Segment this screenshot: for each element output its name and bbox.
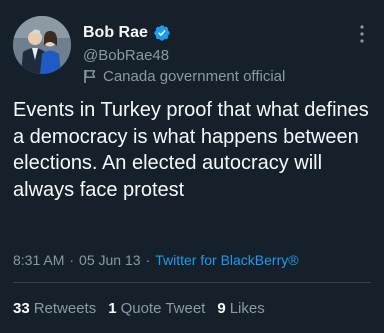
retweets-stat[interactable]: 33 Retweets	[13, 300, 96, 317]
tweet-time[interactable]: 8:31 AM	[13, 252, 64, 268]
tweet-detail: Bob Rae @BobRae48 Canada government offi…	[0, 0, 384, 333]
tweet-date[interactable]: 05 Jun 13	[79, 252, 141, 268]
more-dots-icon[interactable]	[350, 22, 374, 46]
tweet-meta: 8:31 AM · 05 Jun 13 · Twitter for BlackBerry…	[13, 252, 299, 268]
quote-tweets-count: 1	[108, 300, 117, 317]
author-handle[interactable]: @BobRae48	[83, 47, 169, 64]
retweets-count: 33	[13, 300, 30, 317]
tweet-text: Events in Turkey proof that what defines…	[13, 99, 369, 201]
divider	[13, 282, 371, 283]
author-name-row: Bob Rae	[83, 23, 171, 43]
likes-stat[interactable]: 9 Likes	[217, 300, 264, 317]
quote-tweets-label: Quote Tweet	[120, 300, 206, 317]
author-display-name[interactable]: Bob Rae	[83, 24, 148, 42]
author-affiliation-label: Canada government official	[83, 68, 285, 85]
avatar[interactable]	[13, 16, 71, 74]
tweet-source-link[interactable]: Twitter for BlackBerry®	[155, 252, 298, 268]
retweets-label: Retweets	[33, 300, 97, 317]
quote-tweets-stat[interactable]: 1 Quote Tweet	[108, 300, 205, 317]
likes-count: 9	[217, 300, 226, 317]
avatar-photo	[13, 16, 71, 74]
affiliation-label-text: Canada government official	[103, 68, 286, 85]
verified-badge-icon	[153, 24, 171, 42]
tweet-stats: 33 Retweets 1 Quote Tweet 9 Likes	[13, 300, 277, 317]
meta-separator: ·	[69, 252, 75, 268]
likes-label: Likes	[229, 300, 265, 317]
flag-icon	[83, 69, 97, 84]
meta-separator: ·	[145, 252, 151, 268]
